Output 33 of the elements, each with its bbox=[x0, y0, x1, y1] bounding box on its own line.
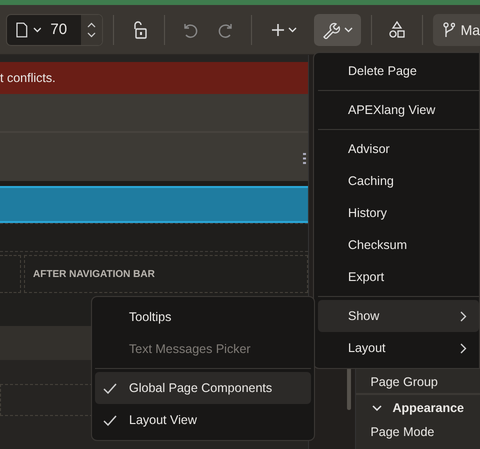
page-number: 70 bbox=[50, 21, 68, 38]
menu-item[interactable]: Export bbox=[318, 261, 479, 293]
menu-item[interactable]: Layout View bbox=[95, 404, 311, 436]
plus-icon bbox=[272, 24, 284, 36]
branch-icon bbox=[442, 22, 455, 38]
section-header[interactable]: Appearance bbox=[356, 393, 480, 421]
menu-item[interactable]: Show bbox=[318, 300, 479, 332]
wrench-icon bbox=[322, 20, 340, 38]
up-icon bbox=[86, 22, 96, 28]
menu-item[interactable]: APEXlang View bbox=[318, 94, 479, 126]
menu-item[interactable]: Delete Page bbox=[318, 55, 479, 87]
caret-icon bbox=[344, 26, 354, 32]
utilities-button[interactable] bbox=[314, 14, 361, 46]
menu-item[interactable]: Global Page Components bbox=[95, 372, 311, 404]
caret-icon bbox=[32, 26, 42, 32]
menu-item[interactable]: History bbox=[318, 197, 479, 229]
property-label: Page Mode bbox=[369, 424, 436, 441]
menu-item[interactable]: Tooltips bbox=[95, 301, 311, 333]
shapes-icon bbox=[388, 20, 406, 38]
menu-item[interactable]: Advisor bbox=[318, 133, 479, 165]
menu-item[interactable]: Layout bbox=[318, 332, 479, 364]
grip-icon[interactable] bbox=[302, 153, 306, 164]
caret-icon bbox=[288, 26, 298, 32]
down-icon bbox=[86, 32, 96, 38]
page-spinner[interactable] bbox=[80, 14, 102, 44]
menu-item[interactable]: Caching bbox=[318, 165, 479, 197]
property-label: Page Group bbox=[369, 374, 439, 391]
menu-item[interactable]: Checksum bbox=[318, 229, 479, 261]
branch-button[interactable]: Ma bbox=[432, 14, 480, 46]
page-icon bbox=[16, 22, 28, 38]
page-selector[interactable]: 70 bbox=[6, 14, 103, 46]
error-message: t conflicts. bbox=[0, 71, 56, 85]
region-label: AFTER NAVIGATION BAR bbox=[33, 268, 155, 280]
